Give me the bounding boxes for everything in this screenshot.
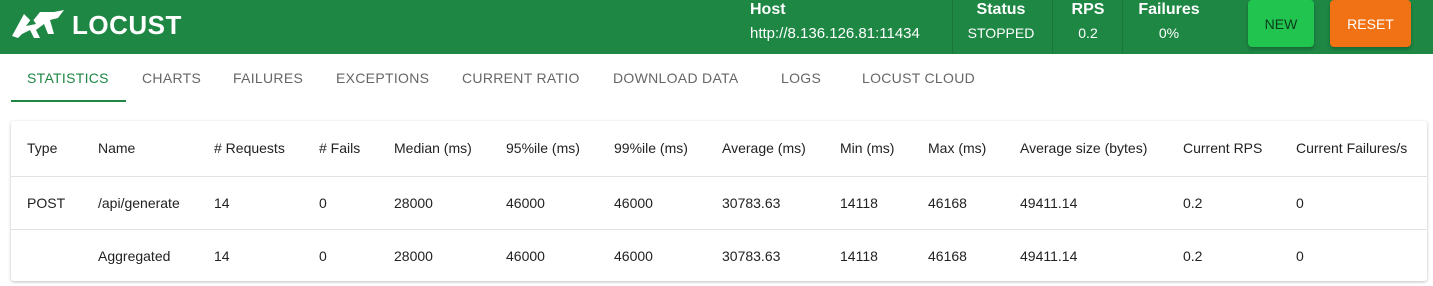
cell-max: 46168 [928, 195, 967, 211]
tab-statistics[interactable]: STATISTICS [27, 70, 109, 86]
locust-logo[interactable]: LOCUST [10, 8, 182, 42]
column-header-requests: # Requests [214, 140, 285, 156]
cell-99ile: 46000 [614, 195, 653, 211]
cell-avg-size: 49411.14 [1020, 195, 1078, 211]
failures-label: Failures [1138, 1, 1200, 18]
tab-locust-cloud[interactable]: LOCUST CLOUD [862, 70, 975, 86]
table-row-aggregated: Aggregated 14 0 28000 46000 46000 30783.… [11, 229, 1427, 281]
tab-bar: STATISTICS CHARTS FAILURES EXCEPTIONS CU… [0, 54, 1433, 104]
rps-stat: RPS 0.2 [1062, 0, 1114, 41]
cell-median: 28000 [394, 248, 433, 264]
failures-value: 0% [1158, 25, 1180, 41]
cell-current-failures: 0 [1296, 248, 1304, 264]
host-value: http://8.136.126.81:11434 [750, 25, 920, 42]
cell-average: 30783.63 [722, 248, 781, 264]
divider [1122, 0, 1123, 54]
tab-download-data[interactable]: DOWNLOAD DATA [613, 70, 739, 86]
cell-min: 14118 [840, 195, 878, 211]
top-bar: LOCUST Host http://8.136.126.81:11434 St… [0, 0, 1433, 54]
tab-current-ratio[interactable]: CURRENT RATIO [462, 70, 580, 86]
column-header-average: Average (ms) [722, 140, 806, 156]
active-tab-indicator [11, 100, 126, 102]
cell-current-rps: 0.2 [1183, 195, 1203, 211]
column-header-avg-size: Average size (bytes) [1020, 140, 1148, 156]
status-label: Status [976, 1, 1026, 18]
cell-current-rps: 0.2 [1183, 248, 1203, 264]
status-stat: Status STOPPED [962, 0, 1040, 41]
brand-name: LOCUST [72, 9, 182, 40]
grasshopper-icon [12, 10, 64, 38]
column-header-median: Median (ms) [394, 140, 472, 156]
tab-failures[interactable]: FAILURES [233, 70, 303, 86]
rps-label: RPS [1071, 1, 1105, 18]
cell-95ile: 46000 [506, 248, 545, 264]
column-header-name: Name [98, 140, 136, 156]
divider [952, 0, 953, 54]
column-header-current-rps: Current RPS [1183, 140, 1263, 156]
host-label: Host [750, 1, 786, 18]
cell-current-failures: 0 [1296, 195, 1304, 211]
status-value: STOPPED [967, 25, 1035, 41]
column-header-99ile: 99%ile (ms) [614, 140, 688, 156]
column-header-min: Min (ms) [840, 140, 895, 156]
rps-value: 0.2 [1078, 25, 1098, 41]
host-stat: Host http://8.136.126.81:11434 [750, 0, 920, 42]
tab-exceptions[interactable]: EXCEPTIONS [336, 70, 429, 86]
cell-name: /api/generate [98, 195, 180, 211]
table-row: POST /api/generate 14 0 28000 46000 4600… [11, 176, 1427, 230]
cell-requests: 14 [214, 248, 230, 264]
column-header-current-failures: Current Failures/s [1296, 140, 1408, 156]
table-header-row: Type Name # Requests # Fails Median (ms)… [11, 121, 1427, 177]
divider [1052, 0, 1053, 54]
cell-min: 14118 [840, 248, 878, 264]
cell-99ile: 46000 [614, 248, 653, 264]
column-header-type: Type [27, 140, 58, 156]
cell-max: 46168 [928, 248, 967, 264]
cell-requests: 14 [214, 195, 230, 211]
column-header-max: Max (ms) [928, 140, 987, 156]
failures-stat: Failures 0% [1132, 0, 1206, 41]
cell-average: 30783.63 [722, 195, 781, 211]
cell-fails: 0 [319, 248, 327, 264]
cell-name: Aggregated [98, 248, 171, 264]
cell-type: POST [27, 195, 66, 211]
statistics-table: Type Name # Requests # Fails Median (ms)… [11, 121, 1427, 281]
reset-stats-button[interactable]: RESET [1330, 0, 1411, 47]
cell-avg-size: 49411.14 [1020, 248, 1078, 264]
cell-fails: 0 [319, 195, 327, 211]
column-header-95ile: 95%ile (ms) [506, 140, 580, 156]
new-test-button[interactable]: NEW [1248, 0, 1314, 47]
column-header-fails: # Fails [319, 140, 361, 156]
cell-95ile: 46000 [506, 195, 545, 211]
tab-logs[interactable]: LOGS [781, 70, 821, 86]
cell-median: 28000 [394, 195, 433, 211]
tab-charts[interactable]: CHARTS [142, 70, 201, 86]
